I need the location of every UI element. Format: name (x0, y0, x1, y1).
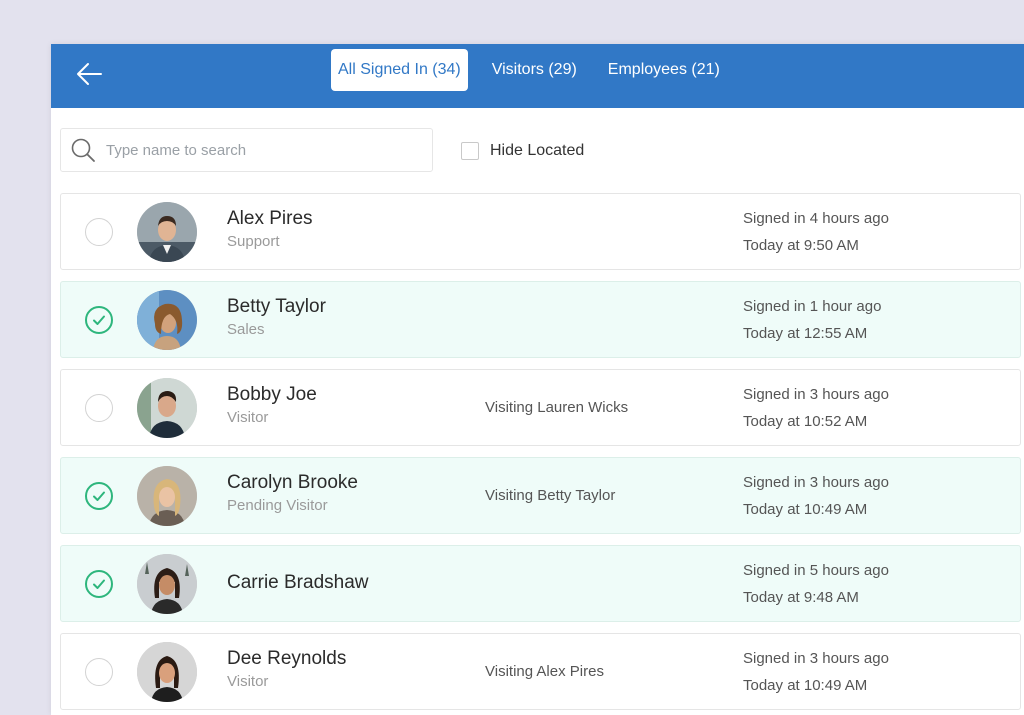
check-icon (93, 491, 105, 501)
tab-all-signed-in[interactable]: All Signed In (34) (331, 49, 468, 91)
person-role: Sales (227, 321, 265, 338)
signed-in-ago: Signed in 5 hours ago (743, 562, 889, 579)
signed-in-ago: Signed in 3 hours ago (743, 474, 889, 491)
person-role: Pending Visitor (227, 497, 328, 514)
select-radio[interactable] (85, 658, 113, 686)
person-row-betty-taylor[interactable]: Betty Taylor Sales Signed in 1 hour ago … (60, 281, 1021, 358)
avatar (137, 202, 197, 262)
person-row-carolyn-brooke[interactable]: Carolyn Brooke Pending Visitor Visiting … (60, 457, 1021, 534)
back-arrow-icon (77, 63, 102, 85)
person-name: Carolyn Brooke (227, 472, 358, 493)
signed-in-time: Today at 10:49 AM (743, 501, 868, 518)
avatar (137, 378, 197, 438)
visiting-host: Visiting Alex Pires (485, 663, 604, 680)
select-radio-checked[interactable] (85, 306, 113, 334)
signed-in-ago: Signed in 3 hours ago (743, 650, 889, 667)
search-box (60, 128, 433, 172)
tab-visitors[interactable]: Visitors (29) (485, 49, 584, 91)
signed-in-panel: All Signed In (34) Visitors (29) Employe… (51, 44, 1024, 715)
person-role: Support (227, 233, 280, 250)
person-name: Carrie Bradshaw (227, 572, 369, 593)
hide-located-label: Hide Located (490, 142, 585, 159)
search-input[interactable] (104, 134, 432, 166)
select-radio-checked[interactable] (85, 482, 113, 510)
visiting-host: Visiting Lauren Wicks (485, 399, 629, 416)
select-radio[interactable] (85, 218, 113, 246)
select-radio[interactable] (85, 394, 113, 422)
select-radio-checked[interactable] (85, 570, 113, 598)
person-name: Dee Reynolds (227, 648, 347, 669)
signed-in-time: Today at 10:52 AM (743, 413, 868, 430)
back-button[interactable] (69, 54, 109, 94)
signed-in-ago: Signed in 1 hour ago (743, 298, 882, 315)
check-icon (93, 579, 105, 589)
signed-in-time: Today at 10:49 AM (743, 677, 868, 694)
person-row-alex-pires[interactable]: Alex Pires Support Signed in 4 hours ago… (60, 193, 1021, 270)
person-role: Visitor (227, 673, 269, 690)
signed-in-ago: Signed in 3 hours ago (743, 386, 889, 403)
avatar (137, 466, 197, 526)
hide-located-checkbox[interactable] (461, 142, 479, 160)
person-name: Alex Pires (227, 208, 313, 229)
avatar (137, 290, 197, 350)
hide-located-toggle[interactable]: Hide Located (461, 141, 584, 161)
person-row-carrie-bradshaw[interactable]: Carrie Bradshaw Signed in 5 hours ago To… (60, 545, 1021, 622)
avatar (137, 554, 197, 614)
signed-in-time: Today at 9:50 AM (743, 237, 859, 254)
search-icon (70, 137, 96, 163)
person-row-bobby-joe[interactable]: Bobby Joe Visitor Visiting Lauren Wicks … (60, 369, 1021, 446)
tab-employees[interactable]: Employees (21) (601, 49, 727, 91)
check-icon (93, 315, 105, 325)
signed-in-ago: Signed in 4 hours ago (743, 210, 889, 227)
visiting-host: Visiting Betty Taylor (485, 487, 616, 504)
top-bar: All Signed In (34) Visitors (29) Employe… (51, 44, 1024, 108)
person-role: Visitor (227, 409, 269, 426)
person-row-dee-reynolds[interactable]: Dee Reynolds Visitor Visiting Alex Pires… (60, 633, 1021, 710)
signed-in-time: Today at 9:48 AM (743, 589, 859, 606)
person-name: Bobby Joe (227, 384, 317, 405)
avatar (137, 642, 197, 702)
person-name: Betty Taylor (227, 296, 326, 317)
tab-bar: All Signed In (34) Visitors (29) Employe… (331, 49, 744, 91)
signed-in-time: Today at 12:55 AM (743, 325, 868, 342)
